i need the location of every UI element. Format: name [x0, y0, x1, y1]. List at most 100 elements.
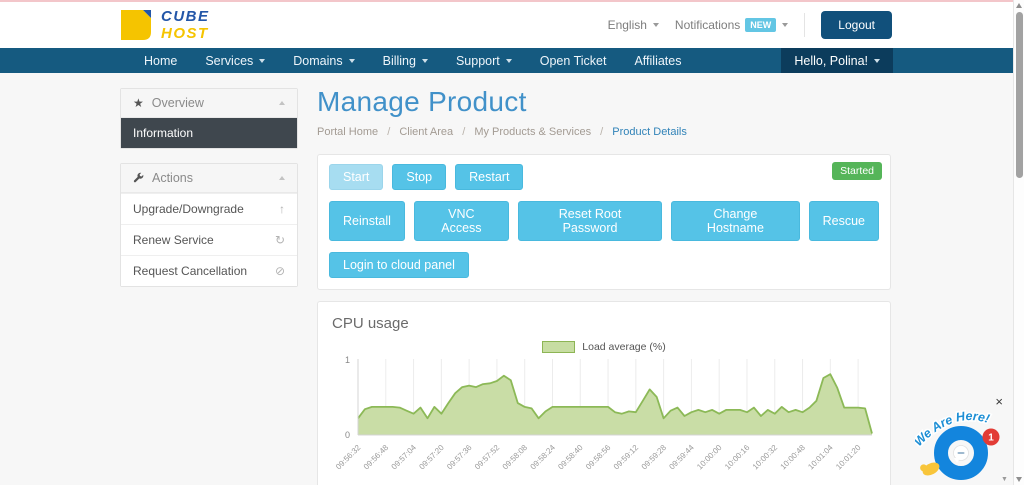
sidebar-item-renew-service[interactable]: Renew Service ↻ [121, 224, 297, 255]
caret-down-icon [505, 58, 512, 63]
arrow-up-icon: ↑ [279, 202, 285, 216]
cloud-panel-row: Login to cloud panel [329, 252, 879, 278]
svg-text:09:57:04: 09:57:04 [390, 443, 419, 472]
restart-button[interactable]: Restart [455, 164, 524, 190]
svg-text:09:59:44: 09:59:44 [667, 443, 696, 472]
logo-line1: CUBE [161, 8, 210, 25]
rescue-button[interactable]: Rescue [808, 201, 879, 241]
scroll-up-arrow[interactable] [1016, 3, 1022, 8]
sidebar-item-upgrade-downgrade[interactable]: Upgrade/Downgrade ↑ [121, 193, 297, 224]
breadcrumb-portal-home[interactable]: Portal Home [317, 126, 378, 138]
status-badge: Started [832, 162, 882, 180]
svg-text:10:01:20: 10:01:20 [834, 443, 863, 472]
svg-text:1: 1 [345, 355, 350, 365]
star-icon: ★ [133, 96, 144, 110]
svg-text:09:58:40: 09:58:40 [556, 443, 585, 472]
caret-down-icon [259, 58, 266, 63]
breadcrumb-separator: / [462, 126, 466, 138]
overview-title: Overview [151, 96, 204, 110]
refresh-icon: ↻ [274, 233, 285, 247]
language-label: English [607, 18, 647, 32]
sidebar-item-request-cancellation[interactable]: Request Cancellation ⊘ [121, 255, 297, 286]
sidebar-item-information[interactable]: Information [121, 118, 297, 148]
caret-down-icon [348, 58, 355, 63]
svg-text:10:00:32: 10:00:32 [751, 443, 780, 472]
svg-text:09:59:28: 09:59:28 [640, 443, 669, 472]
svg-text:10:00:48: 10:00:48 [779, 443, 808, 472]
reinstall-button[interactable]: Reinstall [329, 201, 405, 241]
login-cloud-panel-button[interactable]: Login to cloud panel [329, 252, 469, 278]
legend-swatch [542, 341, 576, 353]
caret-down-icon [874, 58, 880, 63]
power-buttons-row: Start Stop Restart [329, 164, 879, 190]
caret-down-icon [421, 58, 428, 63]
wrench-icon [133, 172, 144, 185]
start-button[interactable]: Start [329, 164, 384, 190]
manage-buttons-row: Reinstall VNC Access Reset Root Password… [329, 201, 879, 241]
cpu-usage-chart: 09:56:32 09:56:48 09:57:04 09:57:20 09:57:36… [332, 355, 876, 485]
nav-item-home[interactable]: Home [130, 48, 191, 73]
actions-panel-header[interactable]: Actions [121, 164, 297, 193]
chat-bubble-button[interactable]: We Are Here! 1 ▼ [915, 401, 1011, 483]
overview-panel-header[interactable]: ★ Overview [121, 89, 297, 118]
chart-legend: Load average (%) [542, 341, 666, 353]
scrollbar-thumb[interactable] [1015, 12, 1023, 178]
stop-button[interactable]: Stop [392, 164, 447, 190]
nav-item-domains[interactable]: Domains [279, 48, 368, 73]
speech-bubble-dash [957, 452, 965, 454]
svg-text:10:01:04: 10:01:04 [806, 443, 835, 472]
svg-text:09:56:32: 09:56:32 [334, 443, 363, 472]
breadcrumb: Portal Home / Client Area / My Products … [317, 126, 891, 138]
nav-item-services[interactable]: Services [191, 48, 279, 73]
logout-button[interactable]: Logout [821, 11, 892, 39]
nav-item-open-ticket[interactable]: Open Ticket [526, 48, 621, 73]
chart-title: CPU usage [332, 315, 409, 332]
svg-text:09:57:36: 09:57:36 [445, 443, 474, 472]
cubehost-logo-icon [121, 10, 151, 40]
header-right: English Notifications NEW Logout [608, 2, 892, 48]
chat-widget: × We Are Here! 1 ▼ [915, 393, 1011, 483]
legend-label: Load average (%) [582, 341, 666, 353]
svg-text:09:59:12: 09:59:12 [612, 443, 641, 472]
notifications-dropdown[interactable]: Notifications NEW [674, 18, 789, 32]
nav-item-billing[interactable]: Billing [369, 48, 442, 73]
page: CUBE HOST English Notifications NEW Logo… [0, 0, 1024, 485]
cpu-usage-card: CPU usage Load average (%) 09:56:32 09:56… [317, 301, 891, 485]
badge-count: 1 [988, 433, 994, 444]
chevron-down-icon[interactable]: ▼ [1001, 476, 1008, 483]
overview-panel: ★ Overview Information [120, 88, 298, 149]
reset-root-password-button[interactable]: Reset Root Password [517, 201, 663, 241]
page-scrollbar [1013, 0, 1024, 485]
svg-text:0: 0 [345, 430, 350, 440]
svg-text:10:00:16: 10:00:16 [723, 443, 752, 472]
user-greeting-dropdown[interactable]: Hello, Polina! [781, 48, 893, 73]
page-title: Manage Product [317, 86, 527, 117]
notifications-label: Notifications [674, 18, 741, 32]
language-dropdown[interactable]: English [608, 18, 659, 32]
logo-text: CUBE HOST [161, 9, 210, 41]
breadcrumb-client-area[interactable]: Client Area [399, 126, 453, 138]
breadcrumb-separator: / [600, 126, 604, 138]
greeting-label: Hello, Polina! [794, 53, 868, 68]
ban-icon: ⊘ [274, 264, 285, 278]
header: CUBE HOST English Notifications NEW Logo… [0, 2, 1024, 48]
actions-title: Actions [152, 171, 193, 185]
svg-text:10:00:00: 10:00:00 [695, 443, 724, 472]
logo-line2: HOST [161, 25, 209, 42]
scroll-down-arrow[interactable] [1016, 477, 1022, 482]
svg-text:09:56:48: 09:56:48 [362, 443, 391, 472]
breadcrumb-my-products[interactable]: My Products & Services [474, 126, 591, 138]
main-navbar: Home Services Domains Billing Support Op… [0, 48, 1024, 73]
nav-item-support[interactable]: Support [442, 48, 526, 73]
nav-item-affiliates[interactable]: Affiliates [620, 48, 695, 73]
content-area: ★ Overview Information Actions Upgrade/D… [0, 73, 1024, 485]
logo[interactable]: CUBE HOST [118, 7, 210, 43]
caret-down-icon [652, 23, 659, 27]
caret-down-icon [782, 23, 789, 27]
change-hostname-button[interactable]: Change Hostname [671, 201, 800, 241]
sidebar: ★ Overview Information Actions Upgrade/D… [120, 88, 298, 301]
server-controls-card: Started Start Stop Restart Reinstall VNC… [317, 154, 891, 290]
vnc-access-button[interactable]: VNC Access [413, 201, 509, 241]
header-separator [804, 13, 806, 37]
svg-text:09:58:56: 09:58:56 [584, 443, 613, 472]
